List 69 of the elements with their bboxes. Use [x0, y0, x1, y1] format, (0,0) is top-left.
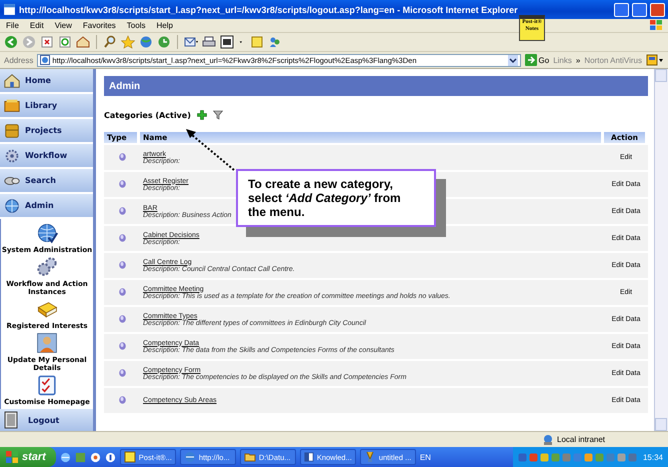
folder-icon: [244, 451, 256, 463]
cylinder-icon: [118, 288, 126, 296]
add-icon[interactable]: [196, 110, 207, 120]
menu-item[interactable]: File: [6, 21, 19, 30]
admin-icon: [3, 196, 21, 214]
menu-item[interactable]: Edit: [30, 21, 44, 30]
star-icon[interactable]: [121, 35, 135, 49]
mail-icon[interactable]: [184, 35, 198, 49]
info-icon[interactable]: [104, 452, 116, 462]
library-icon: [3, 96, 21, 114]
section-heading: Categories (Active): [104, 110, 191, 120]
dropdown-icon[interactable]: [508, 54, 518, 66]
language-indicator[interactable]: EN: [420, 452, 431, 462]
menu-item[interactable]: Tools: [126, 21, 146, 30]
cylinder-icon: [118, 152, 126, 160]
filter-icon[interactable]: [212, 110, 223, 120]
page-title: Admin: [104, 76, 648, 96]
cylinder-icon: [118, 342, 126, 350]
go-button[interactable]: Go: [524, 54, 550, 66]
person-icon[interactable]: [36, 332, 58, 354]
close-button[interactable]: [650, 2, 665, 16]
home-icon: [3, 72, 21, 90]
address-label: Address: [4, 56, 34, 64]
cylinder-icon: [118, 368, 126, 376]
menu-item[interactable]: View: [54, 21, 72, 30]
cylinder-icon: [118, 396, 126, 404]
nav-item[interactable]: Search: [0, 169, 93, 194]
menu-item[interactable]: Help: [156, 21, 173, 30]
nav-item[interactable]: Home: [0, 69, 93, 94]
checklist-icon[interactable]: [36, 374, 58, 396]
menu-item[interactable]: Favorites: [82, 21, 116, 30]
note-icon: [124, 451, 136, 463]
cylinder-icon: [118, 206, 126, 214]
nav-item[interactable]: Workflow: [0, 144, 93, 169]
browser-icon: [3, 3, 16, 16]
door-icon: [4, 411, 18, 429]
status-zone: Local intranet: [557, 435, 606, 444]
windows-logo-icon: [650, 20, 662, 30]
globe-icon[interactable]: [36, 222, 58, 244]
home-icon[interactable]: [76, 35, 90, 49]
shield-icon[interactable]: [646, 54, 664, 66]
cylinder-icon: [118, 234, 126, 242]
printer-icon[interactable]: [202, 35, 216, 49]
dotted-arrow: [184, 127, 236, 172]
browser-icon[interactable]: [60, 452, 71, 462]
nav-item[interactable]: Projects: [0, 119, 93, 144]
nav-item[interactable]: Library: [0, 94, 93, 119]
media-icon[interactable]: [90, 452, 101, 462]
cylinder-icon: [118, 180, 126, 188]
nav-item[interactable]: Admin: [0, 194, 93, 219]
cylinder-icon: [118, 314, 126, 322]
gears-icon[interactable]: [36, 256, 58, 278]
chevron-button[interactable]: »: [576, 56, 580, 64]
logout-button[interactable]: Logout: [0, 409, 93, 431]
history-icon[interactable]: [157, 35, 171, 49]
maximize-button[interactable]: [632, 2, 647, 16]
stop-icon[interactable]: [40, 35, 54, 49]
minimize-button[interactable]: [614, 2, 629, 16]
note-icon[interactable]: [250, 35, 264, 49]
refresh-icon[interactable]: [58, 35, 72, 49]
people-icon[interactable]: [268, 35, 282, 49]
cylinder-icon: [118, 260, 126, 268]
clock: 15:34: [642, 452, 663, 462]
back-icon[interactable]: [4, 35, 18, 49]
page-icon: [40, 55, 50, 65]
network-icon: [542, 434, 554, 446]
window-title: http://localhost/kwv3r8/scripts/start_l.asp?next_url=/kwv3r8/scripts/logout.asp?lang=en - Microsoft Internet Explorer: [19, 4, 519, 14]
arrow-icon: [524, 54, 537, 66]
windows-logo-icon: [6, 451, 18, 463]
